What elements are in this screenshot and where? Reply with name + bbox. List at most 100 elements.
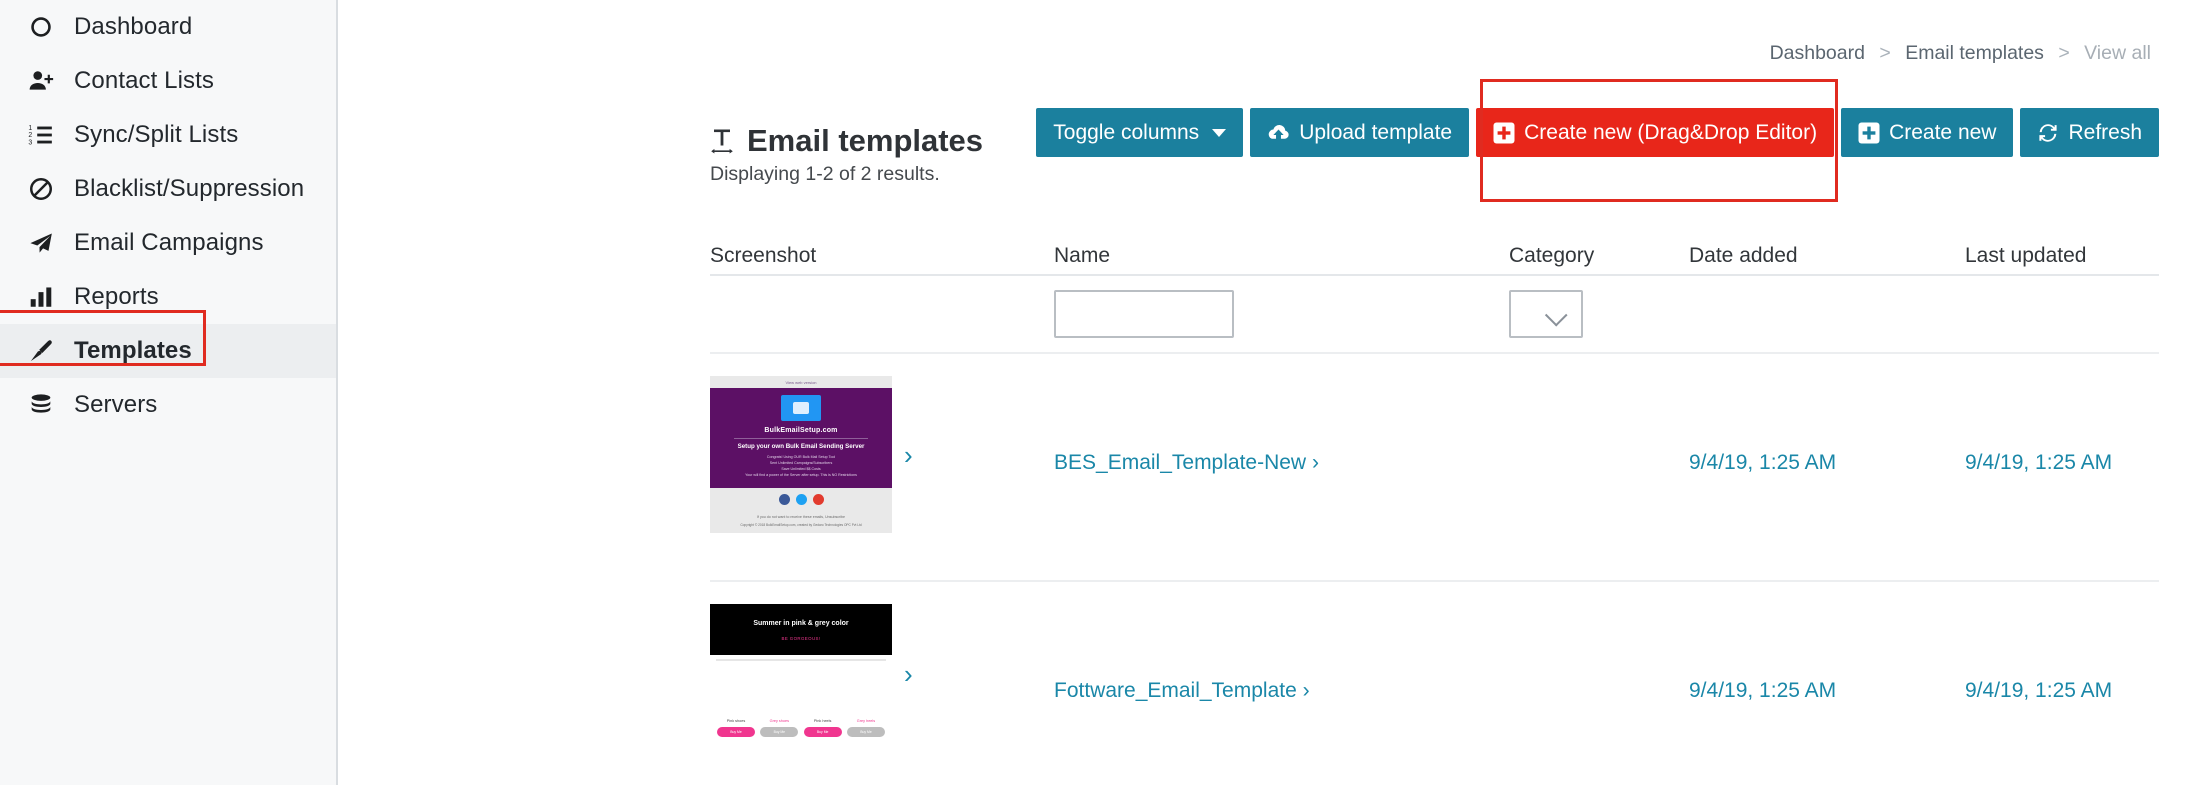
sidebar-item-label: Contact Lists xyxy=(74,67,215,94)
svg-text:2: 2 xyxy=(28,132,32,139)
sidebar-item-templates[interactable]: Templates xyxy=(0,324,336,378)
ban-icon xyxy=(26,174,56,204)
thumbnail-product: Grey heels Buy Me xyxy=(846,719,885,737)
cloud-upload-icon xyxy=(1267,123,1290,142)
cell-screenshot: View web version BulkEmailSetup.com Setu… xyxy=(710,354,1054,533)
twitter-icon xyxy=(795,494,807,505)
sidebar-item-label: Blacklist/Suppression xyxy=(74,175,305,202)
thumbnail-spacer xyxy=(710,661,892,719)
create-new-label: Create new xyxy=(1889,121,1997,144)
cell-category xyxy=(1509,582,1689,679)
app-root: Dashboard Contact Lists 1 2 3 Sync/Split… xyxy=(0,0,2189,785)
column-header-screenshot[interactable]: Screenshot xyxy=(710,244,1054,274)
column-header-category[interactable]: Category xyxy=(1509,244,1689,274)
product-label: Grey heels xyxy=(856,719,876,723)
user-plus-icon xyxy=(26,66,56,96)
thumbnail-footer-line: If you do not want to receive these emai… xyxy=(756,515,846,519)
sidebar-item-label: Email Campaigns xyxy=(74,229,264,256)
plus-square-icon xyxy=(1493,122,1515,144)
sidebar-item-email-campaigns[interactable]: Email Campaigns xyxy=(0,216,336,270)
thumbnail-line: Your will find a power of the Server aft… xyxy=(745,473,857,477)
breadcrumb-dashboard[interactable]: Dashboard xyxy=(1770,42,1865,64)
thumbnail-products: Pink shoes Buy Me Grey shoes Buy Me Pink… xyxy=(710,719,892,743)
table-row: Summer in pink & grey color BE GORGEOUS!… xyxy=(710,582,2159,785)
cell-name: Fottware_Email_Template › xyxy=(1054,582,1509,703)
template-name-arrow-icon: › xyxy=(1311,451,1319,474)
sidebar-item-servers[interactable]: Servers xyxy=(0,378,336,432)
database-icon xyxy=(26,390,56,420)
product-cta: Buy Me xyxy=(760,727,799,737)
product-label: Pink heels xyxy=(813,719,832,723)
header-row: Email templates Displaying 1-2 of 2 resu… xyxy=(710,108,2159,185)
table-row: View web version BulkEmailSetup.com Setu… xyxy=(710,354,2159,582)
svg-text:1: 1 xyxy=(28,125,32,132)
filter-cell-name xyxy=(1054,290,1509,338)
date-added-value: 9/4/19, 1:25 AM xyxy=(1689,679,1837,702)
results-count: Displaying 1-2 of 2 results. xyxy=(710,163,940,185)
sidebar-item-sync-split-lists[interactable]: 1 2 3 Sync/Split Lists xyxy=(0,108,336,162)
template-thumbnail[interactable]: View web version BulkEmailSetup.com Setu… xyxy=(710,376,892,533)
main-content: Dashboard > Email templates > View all E… xyxy=(338,0,2189,785)
svg-text:3: 3 xyxy=(28,139,32,146)
template-name-link[interactable]: BES_Email_Template-New xyxy=(1054,451,1306,474)
thumbnail-line: Save Unlimited $$ Costs xyxy=(781,467,821,471)
upload-template-button[interactable]: Upload template xyxy=(1250,108,1470,157)
thumbnail-headline: Summer in pink & grey color xyxy=(753,620,849,627)
cell-name: BES_Email_Template-New › xyxy=(1054,354,1509,475)
toggle-columns-label: Toggle columns xyxy=(1053,121,1200,144)
ordered-list-icon: 1 2 3 xyxy=(26,120,56,150)
cell-date-added: 9/4/19, 1:25 AM xyxy=(1689,582,1965,703)
sidebar-item-dashboard[interactable]: Dashboard xyxy=(0,0,336,54)
sidebar-item-label: Servers xyxy=(74,391,158,418)
facebook-icon xyxy=(778,494,790,505)
category-value xyxy=(1509,582,1689,679)
thumbnail-brand: BulkEmailSetup.com xyxy=(764,427,838,434)
page-title-text: Email templates xyxy=(747,122,984,158)
category-filter-select[interactable] xyxy=(1509,290,1583,338)
sidebar: Dashboard Contact Lists 1 2 3 Sync/Split… xyxy=(0,0,338,785)
column-header-last-updated[interactable]: Last updated xyxy=(1965,244,2189,274)
category-value xyxy=(1509,354,1689,451)
create-new-drag-drop-editor-button[interactable]: Create new (Drag&Drop Editor) xyxy=(1476,108,1835,157)
expand-screenshot-chevron-icon[interactable]: › xyxy=(904,661,913,687)
breadcrumb-email-templates[interactable]: Email templates xyxy=(1905,42,2044,64)
refresh-button[interactable]: Refresh xyxy=(2020,108,2159,157)
cell-last-updated: 9/4/19, 1:25 AM xyxy=(1965,354,2189,475)
name-filter-input[interactable] xyxy=(1054,290,1234,338)
product-cta: Buy Me xyxy=(803,727,842,737)
sidebar-item-contact-lists[interactable]: Contact Lists xyxy=(0,54,336,108)
expand-screenshot-chevron-icon[interactable]: › xyxy=(904,442,913,468)
sidebar-item-label: Reports xyxy=(74,283,159,310)
create-new-button[interactable]: Create new xyxy=(1841,108,2014,157)
chevron-down-icon xyxy=(1544,303,1568,327)
last-updated-value: 9/4/19, 1:25 AM xyxy=(1965,679,2113,702)
thumbnail-preheader: View web version xyxy=(785,380,817,385)
cell-last-updated: 9/4/19, 1:25 AM xyxy=(1965,582,2189,703)
column-header-name[interactable]: Name xyxy=(1054,244,1509,274)
plus-square-icon xyxy=(1858,122,1880,144)
date-added-value: 9/4/19, 1:25 AM xyxy=(1689,451,1837,474)
column-header-date-added[interactable]: Date added xyxy=(1689,244,1965,274)
refresh-label: Refresh xyxy=(2068,121,2142,144)
breadcrumb: Dashboard > Email templates > View all xyxy=(1770,42,2151,65)
text-width-icon xyxy=(710,128,734,154)
template-thumbnail[interactable]: Summer in pink & grey color BE GORGEOUS!… xyxy=(710,604,892,743)
sidebar-item-label: Dashboard xyxy=(74,13,193,40)
breadcrumb-current: View all xyxy=(2084,42,2151,64)
dashboard-icon xyxy=(26,12,56,42)
refresh-icon xyxy=(2037,122,2059,144)
thumbnail-product: Pink shoes Buy Me xyxy=(717,719,755,737)
sidebar-item-reports[interactable]: Reports xyxy=(0,270,336,324)
breadcrumb-separator: > xyxy=(2058,42,2070,64)
paint-brush-icon xyxy=(26,336,56,366)
create-new-drag-drop-editor-label: Create new (Drag&Drop Editor) xyxy=(1524,121,1818,144)
last-updated-value: 9/4/19, 1:25 AM xyxy=(1965,451,2113,474)
cell-date-added: 9/4/19, 1:25 AM xyxy=(1689,354,1965,475)
product-cta: Buy Me xyxy=(717,727,755,737)
sidebar-item-blacklist-suppression[interactable]: Blacklist/Suppression xyxy=(0,162,336,216)
product-label: Grey shoes xyxy=(769,719,790,723)
sidebar-item-label: Templates xyxy=(74,337,192,364)
bar-chart-icon xyxy=(26,282,56,312)
toggle-columns-button[interactable]: Toggle columns xyxy=(1036,108,1244,157)
template-name-link[interactable]: Fottware_Email_Template xyxy=(1054,679,1297,702)
